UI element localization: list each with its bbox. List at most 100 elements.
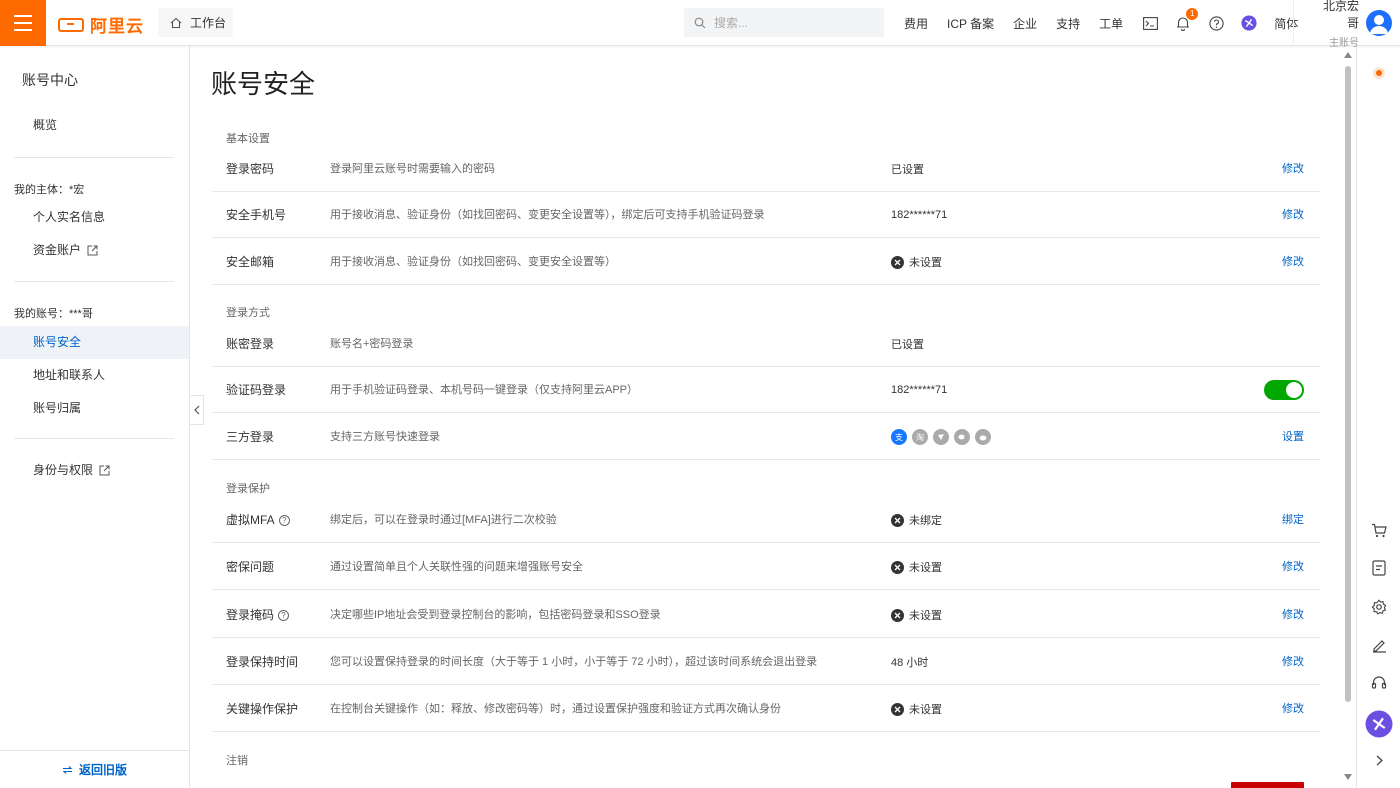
search-input[interactable] [714, 15, 874, 30]
recording-dot-icon[interactable] [1369, 63, 1389, 83]
user-role: 主账号 [1329, 38, 1359, 49]
page-title: 账号安全 [211, 69, 316, 99]
sidebar-item-overview[interactable]: 概览 [0, 109, 189, 142]
row-status: 48 小时 [891, 639, 928, 685]
row-status: 已设置 [891, 321, 924, 367]
sidebar-item-fund-account[interactable]: 资金账户 [0, 234, 189, 267]
modify-mask-button[interactable]: 修改 [1282, 592, 1304, 638]
search-box[interactable] [684, 8, 884, 37]
sidebar-collapse-button[interactable] [189, 395, 204, 425]
workbench-button[interactable]: 工作台 [158, 8, 233, 37]
status-text: 48 小时 [891, 657, 929, 669]
row-label: 关键操作保护 [226, 702, 299, 716]
status-text: 未绑定 [909, 515, 942, 527]
main-content: 账号安全 基本设置 登录密码 登录阿里云账号时需要输入的密码 已设置 修改 安全… [190, 46, 1342, 788]
status-text: 未设置 [909, 610, 942, 622]
code-login-toggle[interactable] [1264, 380, 1304, 400]
nav-ticket[interactable]: 工单 [1099, 15, 1123, 32]
user-menu[interactable]: 北京宏哥 主账号 [1293, 0, 1400, 49]
taobao-icon[interactable]: 淘 [912, 429, 928, 445]
cancel-account-button[interactable] [1231, 782, 1304, 788]
modify-phone-button[interactable]: 修改 [1282, 192, 1304, 238]
row-label: 验证码登录 [226, 383, 287, 397]
sidebar-item-address[interactable]: 地址和联系人 [0, 359, 189, 392]
ai-assistant-icon[interactable] [1365, 710, 1393, 738]
chevron-right-icon[interactable] [1369, 750, 1389, 770]
scroll-down-arrow-icon[interactable] [1344, 774, 1352, 780]
wechat-icon[interactable] [954, 429, 970, 445]
avatar[interactable] [1366, 10, 1392, 36]
status-text: 未设置 [909, 257, 942, 269]
status-text: 未设置 [909, 562, 942, 574]
chevron-left-icon [193, 405, 199, 415]
sidebar-item-label: 身份与权限 [33, 463, 94, 477]
switch-icon [62, 765, 73, 774]
row-session-time: 登录保持时间 您可以设置保持登录的时间长度（大于等于 1 小时，小于等于 72 … [212, 639, 1320, 685]
nav-support[interactable]: 支持 [1056, 15, 1080, 32]
row-status: 支 淘 [891, 414, 991, 460]
dingtalk-icon[interactable] [933, 429, 949, 445]
back-to-old-version-label: 返回旧版 [78, 763, 127, 777]
row-desc: 决定哪些IP地址会受到登录控制台的影响，包括密码登录和SSO登录 [330, 609, 661, 621]
close-circle-icon [891, 255, 904, 269]
sidebar-item-label: 账号安全 [33, 335, 82, 349]
nav-enterprise[interactable]: 企业 [1013, 15, 1037, 32]
sidebar-item-account-security[interactable]: 账号安全 [0, 326, 189, 359]
assistant-icon[interactable] [1241, 15, 1257, 31]
scroll-up-arrow-icon[interactable] [1344, 52, 1352, 58]
weibo-icon[interactable] [975, 429, 991, 445]
row-status: 未绑定 [891, 497, 942, 543]
back-to-old-version-button[interactable]: 返回旧版 [0, 750, 189, 788]
close-circle-icon [891, 608, 904, 622]
terminal-icon[interactable] [1142, 15, 1158, 31]
modify-session-button[interactable]: 修改 [1282, 639, 1304, 685]
question-icon[interactable]: ? [278, 514, 290, 526]
third-party-settings-button[interactable]: 设置 [1282, 414, 1304, 460]
headset-icon[interactable] [1369, 673, 1389, 693]
sidebar-item-label: 概览 [33, 118, 58, 132]
edit-icon[interactable] [1369, 635, 1389, 655]
sidebar-item-identity[interactable]: 身份与权限 [0, 454, 189, 487]
modify-email-button[interactable]: 修改 [1282, 239, 1304, 285]
row-status: 182******71 [891, 367, 947, 413]
modify-question-button[interactable]: 修改 [1282, 544, 1304, 590]
status-text: 已设置 [891, 339, 924, 351]
main-scrollbar[interactable] [1342, 46, 1354, 788]
row-status: 未设置 [891, 686, 942, 732]
sidebar-divider [14, 281, 174, 282]
hamburger-menu-button[interactable] [0, 0, 46, 46]
nav-billing[interactable]: 费用 [904, 15, 928, 32]
cart-icon[interactable] [1369, 520, 1389, 540]
external-link-icon [99, 465, 110, 476]
scroll-thumb[interactable] [1345, 66, 1351, 702]
search-icon [694, 17, 706, 28]
section-basic: 基本设置 [226, 133, 270, 145]
modify-critical-op-button[interactable]: 修改 [1282, 686, 1304, 732]
gear-icon[interactable] [1369, 597, 1389, 617]
document-icon[interactable] [1369, 558, 1389, 578]
row-label: 登录密码 [226, 162, 275, 176]
sidebar-item-realname[interactable]: 个人实名信息 [0, 201, 189, 234]
row-desc: 用于接收消息、验证身份（如找回密码、变更安全设置等） [330, 256, 616, 268]
nav-icp[interactable]: ICP 备案 [947, 15, 994, 32]
row-label: 安全邮箱 [226, 255, 275, 269]
row-status: 182******71 [891, 192, 947, 238]
alipay-icon[interactable]: 支 [891, 429, 907, 445]
row-status: 已设置 [891, 146, 924, 192]
top-nav: 费用 ICP 备案 企业 支持 工单 1 简体 [904, 0, 1317, 46]
help-icon[interactable] [1208, 15, 1224, 31]
bell-icon[interactable]: 1 [1175, 8, 1199, 31]
right-tool-rail [1356, 46, 1400, 788]
row-security-email: 安全邮箱 用于接收消息、验证身份（如找回密码、变更安全设置等） 未设置 修改 [212, 239, 1320, 285]
row-status: 未设置 [891, 592, 942, 638]
question-icon[interactable]: ? [278, 609, 290, 621]
sidebar-group-entity: 我的主体：*宏 [14, 184, 85, 196]
status-text: 未设置 [909, 704, 942, 716]
bind-mfa-button[interactable]: 绑定 [1282, 497, 1304, 543]
home-icon [170, 17, 182, 28]
aliyun-logo[interactable]: 阿里云 [58, 12, 144, 37]
sidebar-item-label: 地址和联系人 [33, 368, 106, 382]
row-code-login: 验证码登录 用于手机验证码登录、本机号码一键登录（仅支持阿里云APP） 182*… [212, 367, 1320, 413]
sidebar-item-ownership[interactable]: 账号归属 [0, 392, 189, 425]
modify-password-button[interactable]: 修改 [1282, 146, 1304, 192]
